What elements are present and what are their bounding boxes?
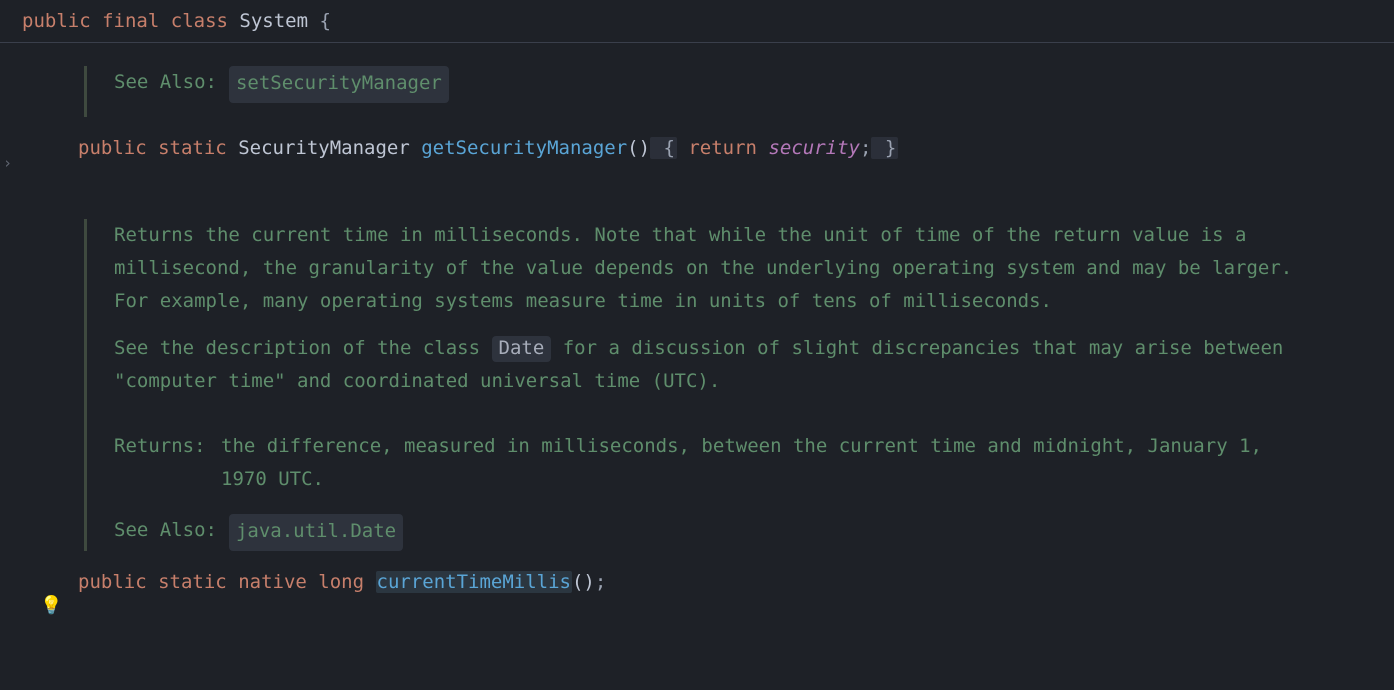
brace-open: { (320, 10, 331, 32)
keyword-public: public (78, 571, 147, 593)
returns-text: the difference, measured in milliseconds… (221, 430, 1314, 496)
parens: () (627, 137, 650, 159)
javadoc-block: Returns the current time in milliseconds… (84, 219, 1314, 551)
blank-line (22, 165, 1394, 205)
keyword-final: final (102, 10, 159, 32)
class-name: System (239, 10, 308, 32)
javadoc-paragraph: Returns the current time in milliseconds… (114, 219, 1314, 318)
javadoc-code: Date (492, 336, 552, 362)
method-name: currentTimeMillis (376, 571, 572, 593)
javadoc-block: See Also: setSecurityManager (84, 66, 1314, 117)
parens: () (572, 571, 595, 593)
see-also-label: See Also: (114, 514, 217, 547)
javadoc-see-also: See Also: java.util.Date (114, 514, 1314, 551)
semicolon: ; (860, 137, 871, 159)
field-reference: security (757, 137, 860, 159)
see-also-link[interactable]: java.util.Date (229, 514, 403, 551)
method-name: getSecurityManager (421, 137, 627, 159)
returns-label: Returns: (114, 430, 209, 463)
see-also-label: See Also: (114, 66, 217, 99)
keyword-public: public (22, 10, 91, 32)
folded-region-close[interactable]: } (871, 137, 898, 159)
javadoc-see-also: See Also: setSecurityManager (114, 66, 1314, 103)
javadoc-paragraph: See the description of the class Date fo… (114, 332, 1314, 398)
code-editor: public final class System { › 💡 See Also… (0, 0, 1394, 690)
keyword-class: class (171, 10, 228, 32)
return-type: long (318, 571, 364, 593)
folded-region-open[interactable]: { (650, 137, 677, 159)
semicolon: ; (595, 571, 606, 593)
code-body[interactable]: See Also: setSecurityManager public stat… (22, 46, 1394, 599)
keyword-public: public (78, 137, 147, 159)
method-signature[interactable]: public static native long currentTimeMil… (78, 566, 1394, 599)
keyword-static: static (158, 571, 227, 593)
javadoc-gap (114, 496, 1314, 514)
javadoc-text: See the description of the class (114, 337, 492, 359)
fold-chevron-icon[interactable]: › (3, 154, 12, 172)
keyword-static: static (158, 137, 227, 159)
keyword-return: return (677, 137, 757, 159)
method-signature[interactable]: public static SecurityManager getSecurit… (78, 132, 1394, 165)
keyword-native: native (238, 571, 307, 593)
javadoc-returns: Returns: the difference, measured in mil… (114, 430, 1314, 496)
sticky-scroll-header[interactable]: public final class System { (0, 0, 1394, 43)
see-also-link[interactable]: setSecurityManager (229, 66, 449, 103)
javadoc-gap (114, 412, 1314, 430)
return-type: SecurityManager (238, 137, 410, 159)
